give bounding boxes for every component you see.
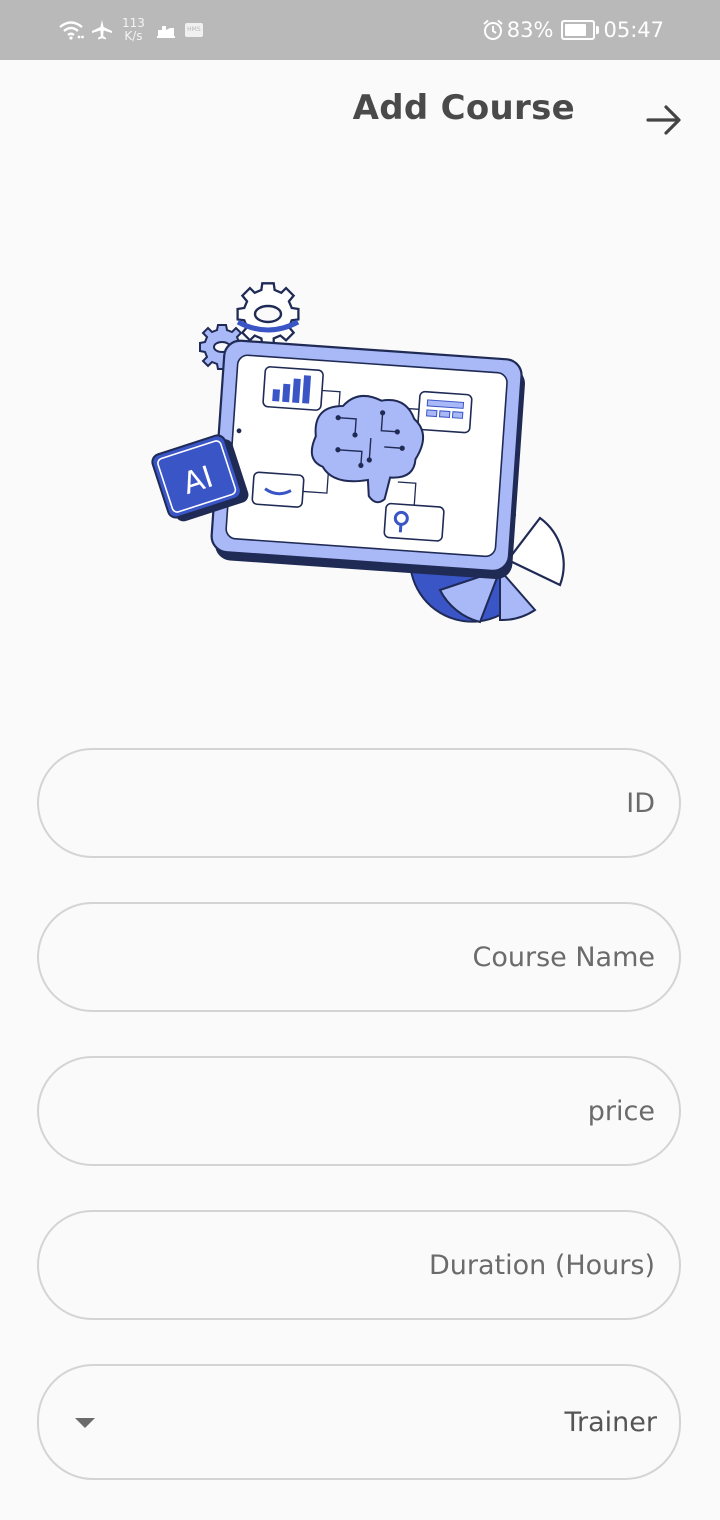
duration-field[interactable] [37,1210,681,1320]
status-left: 113 K/s HMS [58,14,203,46]
battery-icon [561,20,600,40]
net-speed-unit: K/s [124,29,143,43]
id-input[interactable] [69,750,657,856]
hms-icon: HMS [184,23,203,37]
duration-input[interactable] [69,1212,657,1318]
wifi-icon [59,21,84,40]
status-time: 05:47 [603,18,664,42]
battery-fill [565,24,587,36]
course-name-field[interactable] [37,902,681,1012]
trainer-label: Trainer [564,1406,658,1438]
alarm-icon [483,19,503,40]
airplane-icon [92,20,112,40]
battery-tip [596,26,600,34]
tablet-graphic [210,339,525,580]
arrow-right-icon [646,105,681,135]
course-name-input[interactable] [69,904,657,1010]
id-field[interactable] [37,748,681,858]
net-speed: 113 K/s [122,17,145,43]
gear-large-icon [236,282,300,346]
notification-icon [156,26,175,38]
ai-brain-dashboard-illustration: AI [151,282,565,624]
status-right: 83% 05:47 [482,14,664,46]
battery-percent: 83% [506,18,554,42]
dropdown-caret-icon [75,1418,95,1428]
trainer-dropdown[interactable]: Trainer [37,1364,681,1480]
status-bar: 113 K/s HMS 83% 05:47 [0,0,720,60]
ai-illustration: AI [140,270,580,640]
price-field[interactable] [37,1056,681,1166]
price-input[interactable] [69,1058,657,1164]
forward-button[interactable] [636,92,692,148]
app-bar: Add Course [0,60,720,164]
page-title: Add Course [352,88,575,128]
hms-badge-text: HMS [187,26,201,33]
